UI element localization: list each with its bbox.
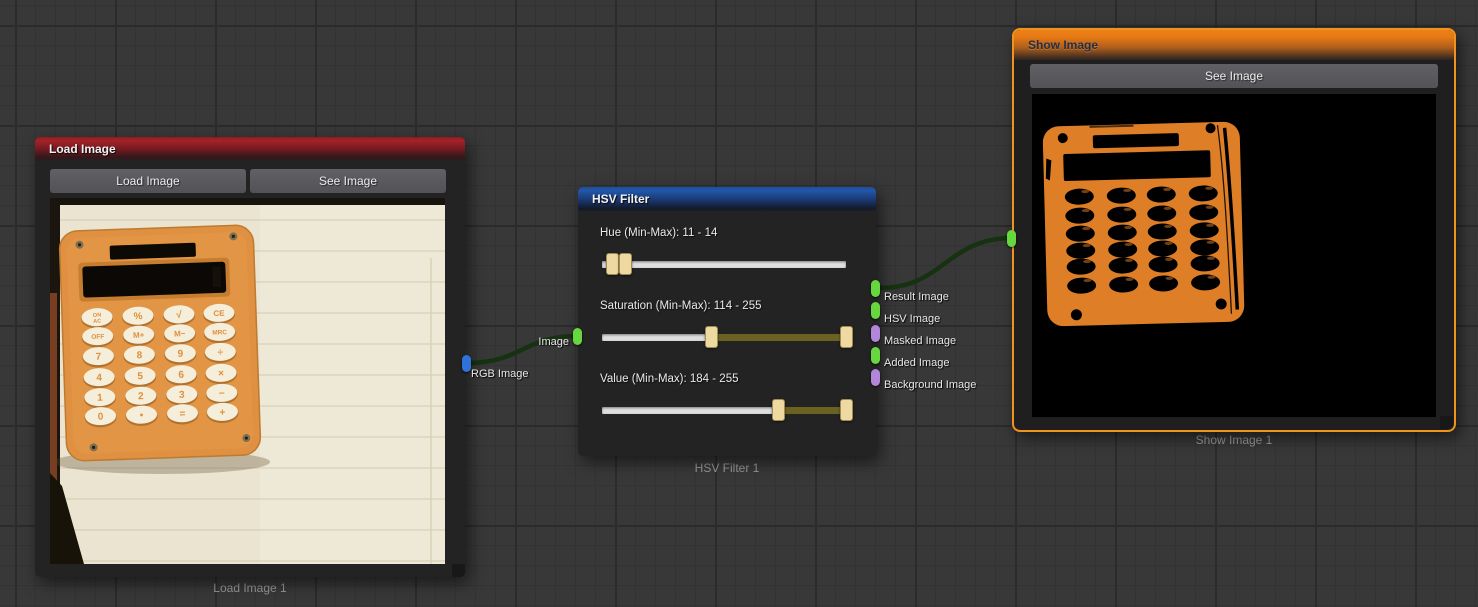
value-range-slider[interactable]: [602, 399, 846, 421]
node-hsv-filter[interactable]: HSV Filter Hue (Min-Max): 11 - 14 Satura…: [578, 187, 876, 456]
hue-range-slider[interactable]: [602, 253, 846, 275]
output-port-added-image[interactable]: [871, 347, 880, 364]
slider-handle-min[interactable]: [705, 326, 718, 348]
svg-text:7: 7: [95, 352, 101, 363]
slider-selected-range: [778, 407, 846, 414]
filtered-image-preview: [1032, 94, 1436, 417]
svg-text:5: 5: [137, 371, 143, 382]
svg-text:%: %: [133, 311, 142, 322]
port-label-added-image: Added Image: [884, 357, 949, 369]
input-port-show-image[interactable]: [1007, 230, 1016, 247]
svg-text:MRC: MRC: [212, 329, 227, 337]
output-port-hsv-image[interactable]: [871, 302, 880, 319]
svg-text:=: =: [179, 409, 185, 420]
input-port-image[interactable]: [573, 328, 582, 345]
svg-text:÷: ÷: [217, 347, 223, 358]
port-label-image: Image: [505, 336, 569, 348]
slider-selected-range: [711, 334, 846, 341]
loaded-image-preview: ONAC%√CEOFFM+M−MRC789÷456×123−0•=+: [50, 198, 445, 564]
output-port-masked-image[interactable]: [871, 325, 880, 342]
wire-result-to-show: [881, 238, 1012, 288]
svg-text:OFF: OFF: [91, 333, 104, 340]
see-image-button[interactable]: See Image: [1030, 64, 1438, 88]
see-image-button[interactable]: See Image: [250, 169, 446, 193]
value-slider-label: Value (Min-Max): 184 - 255: [600, 373, 738, 385]
port-label-result-image: Result Image: [884, 291, 949, 303]
load-image-button[interactable]: Load Image: [50, 169, 246, 193]
svg-text:1: 1: [97, 393, 103, 404]
node-show-image-titlebar[interactable]: Show Image: [1014, 30, 1454, 60]
svg-text:6: 6: [178, 370, 184, 381]
port-label-rgb-image: RGB Image: [471, 368, 528, 380]
slider-handle-min[interactable]: [772, 399, 785, 421]
svg-text:0: 0: [98, 412, 104, 423]
svg-text:AC: AC: [93, 319, 101, 325]
node-editor-canvas[interactable]: Load Image Load Image See Image ONAC%√CE…: [0, 0, 1478, 607]
output-port-rgb-image[interactable]: [462, 355, 471, 372]
slider-handle-max[interactable]: [619, 253, 632, 275]
svg-text:CE: CE: [213, 309, 225, 318]
svg-text:M+: M+: [133, 331, 145, 340]
node-show-image-title: Show Image: [1028, 38, 1098, 52]
node-show-image[interactable]: Show Image See Image: [1012, 28, 1456, 432]
output-port-result-image[interactable]: [871, 280, 880, 297]
slider-handle-min[interactable]: [606, 253, 619, 275]
port-label-masked-image: Masked Image: [884, 335, 956, 347]
port-label-hsv-image: HSV Image: [884, 313, 940, 325]
slider-track[interactable]: [602, 261, 846, 268]
node-load-image-titlebar[interactable]: Load Image: [35, 137, 465, 161]
slider-handle-max[interactable]: [840, 326, 853, 348]
svg-text:×: ×: [218, 368, 224, 379]
saturation-slider-label: Saturation (Min-Max): 114 - 255: [600, 300, 762, 312]
node-load-image[interactable]: Load Image Load Image See Image ONAC%√CE…: [35, 137, 465, 577]
svg-text:8: 8: [136, 350, 142, 361]
svg-text:2: 2: [138, 391, 144, 402]
svg-text:3: 3: [179, 390, 185, 401]
slider-handle-max[interactable]: [840, 399, 853, 421]
svg-text:4: 4: [96, 373, 102, 384]
saturation-range-slider[interactable]: [602, 326, 846, 348]
resize-handle[interactable]: [452, 564, 465, 577]
node-load-image-title: Load Image: [49, 142, 116, 156]
hue-slider-label: Hue (Min-Max): 11 - 14: [600, 227, 717, 239]
node-hsv-filter-titlebar[interactable]: HSV Filter: [578, 187, 876, 211]
svg-text:−: −: [219, 388, 225, 399]
port-label-background-image: Background Image: [884, 379, 976, 391]
svg-text:+: +: [219, 407, 225, 418]
svg-text:√: √: [176, 310, 182, 321]
svg-text:M−: M−: [174, 329, 186, 338]
node-hsv-filter-title: HSV Filter: [592, 192, 649, 206]
output-port-background-image[interactable]: [871, 369, 880, 386]
svg-text:9: 9: [177, 349, 183, 360]
resize-handle[interactable]: [1440, 416, 1453, 429]
